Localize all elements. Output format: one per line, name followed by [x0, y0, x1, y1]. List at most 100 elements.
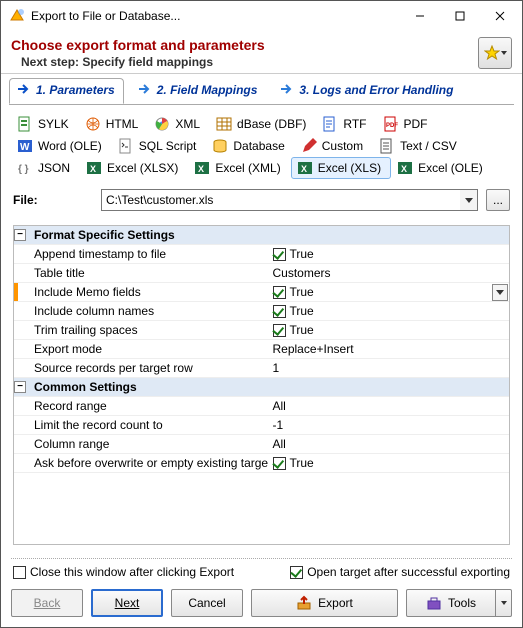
- svg-text:X: X: [401, 164, 407, 174]
- property-value[interactable]: Replace+Insert: [271, 342, 510, 356]
- svg-text:X: X: [301, 164, 307, 174]
- text-icon: [379, 138, 395, 154]
- tab-label: 3. Logs and Error Handling: [299, 83, 453, 97]
- property-name: Limit the record count to: [30, 418, 271, 432]
- format-excel-xls[interactable]: XExcel (XLS): [291, 157, 391, 179]
- property-value[interactable]: True: [271, 456, 510, 470]
- property-grid: −Format Specific SettingsAppend timestam…: [13, 225, 510, 545]
- svg-text:W: W: [20, 142, 30, 153]
- file-dropdown-button[interactable]: [460, 189, 478, 211]
- maximize-button[interactable]: [440, 2, 480, 30]
- section-title: Format Specific Settings: [30, 228, 509, 242]
- excel-icon: X: [397, 160, 413, 176]
- browser-icon: [85, 116, 101, 132]
- checkbox-icon: [273, 248, 286, 261]
- check-close-after-export[interactable]: Close this window after clicking Export: [13, 565, 234, 579]
- tab-parameters[interactable]: 1. Parameters: [9, 78, 124, 104]
- property-name: Column range: [30, 437, 271, 451]
- back-button[interactable]: Back: [11, 589, 83, 617]
- format-json[interactable]: { }JSON: [11, 157, 80, 179]
- format-sql-script[interactable]: SQL Script: [112, 135, 207, 157]
- tools-dropdown[interactable]: [496, 589, 512, 617]
- property-value[interactable]: True: [271, 284, 510, 301]
- svg-text:PDF: PDF: [386, 123, 398, 129]
- property-row[interactable]: Ask before overwrite or empty existing t…: [14, 454, 509, 473]
- property-value[interactable]: Customers: [271, 266, 510, 280]
- property-name: Source records per target row: [30, 361, 271, 375]
- browse-button[interactable]: ...: [486, 189, 510, 211]
- svg-text:X: X: [198, 164, 204, 174]
- minimize-button[interactable]: [400, 2, 440, 30]
- wizard-header: Choose export format and parameters Next…: [1, 31, 522, 74]
- property-value[interactable]: True: [271, 304, 510, 318]
- file-icon: [17, 116, 33, 132]
- tab-label: 1. Parameters: [36, 83, 115, 97]
- format-text-csv[interactable]: Text / CSV: [373, 135, 467, 157]
- property-row[interactable]: Table titleCustomers: [14, 264, 509, 283]
- format-list: SYLK HTML XML dBase (DBF) RTF PDFPDF WWo…: [9, 111, 514, 181]
- format-sylk[interactable]: SYLK: [11, 113, 79, 135]
- property-row[interactable]: Trim trailing spacesTrue: [14, 321, 509, 340]
- property-row[interactable]: Include column namesTrue: [14, 302, 509, 321]
- property-row[interactable]: Include Memo fieldsTrue: [14, 283, 509, 302]
- checkbox-icon: [290, 566, 303, 579]
- close-button[interactable]: [480, 2, 520, 30]
- pdf-icon: PDF: [383, 116, 399, 132]
- database-icon: [212, 138, 228, 154]
- format-html[interactable]: HTML: [79, 113, 149, 135]
- file-input[interactable]: [101, 189, 460, 211]
- export-button[interactable]: Export: [251, 589, 398, 617]
- property-value[interactable]: -1: [271, 418, 510, 432]
- format-excel-ole[interactable]: XExcel (OLE): [391, 157, 493, 179]
- collapse-icon[interactable]: −: [14, 229, 26, 241]
- file-combo: [101, 189, 478, 211]
- property-name: Record range: [30, 399, 271, 413]
- check-open-target[interactable]: Open target after successful exporting: [290, 565, 510, 579]
- window-title: Export to File or Database...: [31, 9, 400, 23]
- word-icon: W: [17, 138, 33, 154]
- property-row[interactable]: Record rangeAll: [14, 397, 509, 416]
- property-value[interactable]: 1: [271, 361, 510, 375]
- property-row[interactable]: Limit the record count to-1: [14, 416, 509, 435]
- cancel-button[interactable]: Cancel: [171, 589, 243, 617]
- tab-arrow-icon: [281, 83, 295, 97]
- tools-button[interactable]: Tools: [406, 589, 496, 617]
- property-value[interactable]: All: [271, 399, 510, 413]
- divider: [11, 558, 512, 559]
- section-title: Common Settings: [30, 380, 509, 394]
- tab-field-mappings[interactable]: 2. Field Mappings: [130, 78, 267, 104]
- format-excel-xlsx[interactable]: XExcel (XLSX): [80, 157, 188, 179]
- property-row[interactable]: Append timestamp to fileTrue: [14, 245, 509, 264]
- collapse-icon[interactable]: −: [14, 381, 26, 393]
- tab-logs-errors[interactable]: 3. Logs and Error Handling: [272, 78, 462, 104]
- property-row[interactable]: Export modeReplace+Insert: [14, 340, 509, 359]
- format-dbase[interactable]: dBase (DBF): [210, 113, 316, 135]
- json-icon: { }: [17, 160, 33, 176]
- property-value[interactable]: All: [271, 437, 510, 451]
- doc-icon: [322, 116, 338, 132]
- property-value[interactable]: True: [271, 323, 510, 337]
- format-database[interactable]: Database: [206, 135, 294, 157]
- star-icon: [484, 45, 500, 61]
- property-name: Export mode: [30, 342, 271, 356]
- next-button[interactable]: Next: [91, 589, 163, 617]
- checkbox-icon: [273, 286, 286, 299]
- format-rtf[interactable]: RTF: [316, 113, 376, 135]
- pencil-icon: [301, 138, 317, 154]
- format-pdf[interactable]: PDFPDF: [377, 113, 438, 135]
- property-name: Ask before overwrite or empty existing t…: [30, 456, 271, 470]
- app-icon: [9, 8, 25, 24]
- format-custom[interactable]: Custom: [295, 135, 373, 157]
- format-xml[interactable]: XML: [148, 113, 210, 135]
- grid-section-header: −Common Settings: [14, 378, 509, 397]
- property-name: Table title: [30, 266, 271, 280]
- favorites-button[interactable]: [478, 37, 512, 69]
- excel-icon: X: [194, 160, 210, 176]
- format-excel-xml[interactable]: XExcel (XML): [188, 157, 290, 179]
- property-value[interactable]: True: [271, 247, 510, 261]
- format-word-ole[interactable]: WWord (OLE): [11, 135, 112, 157]
- property-row[interactable]: Source records per target row1: [14, 359, 509, 378]
- property-row[interactable]: Column rangeAll: [14, 435, 509, 454]
- dropdown-button[interactable]: [492, 284, 508, 301]
- checkbox-icon: [273, 324, 286, 337]
